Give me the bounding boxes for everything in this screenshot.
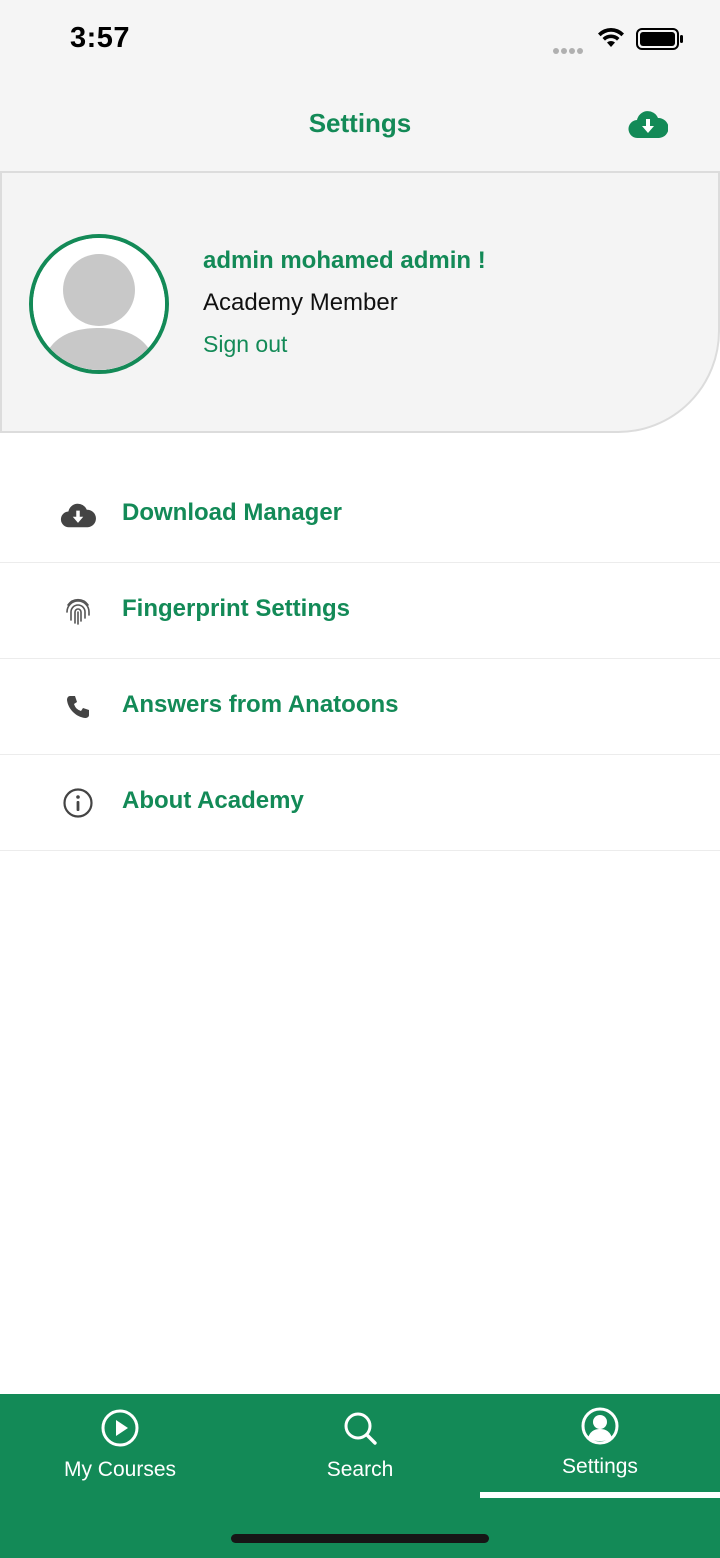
- menu-item-label: About Academy: [122, 787, 304, 814]
- menu-item-about-academy[interactable]: About Academy: [0, 755, 720, 851]
- menu-item-answers-from-anatoons[interactable]: Answers from Anatoons: [0, 659, 720, 755]
- tab-label: Search: [326, 1458, 394, 1481]
- tab-label: My Courses: [63, 1458, 177, 1481]
- avatar: [29, 234, 169, 374]
- user-circle-icon: [581, 1407, 619, 1445]
- tab-bar: My Courses Search Settings: [0, 1394, 720, 1558]
- profile-card: admin mohamed admin ! Academy Member Sig…: [0, 171, 720, 433]
- profile-name: admin mohamed admin !: [203, 247, 486, 274]
- wifi-icon: [598, 27, 624, 47]
- menu-item-download-manager[interactable]: Download Manager: [0, 467, 720, 563]
- user-placeholder-icon: [33, 238, 165, 370]
- page-title: Settings: [308, 108, 412, 138]
- tab-my-courses[interactable]: My Courses: [0, 1394, 240, 1500]
- menu-item-label: Fingerprint Settings: [122, 595, 350, 622]
- cloud-download-icon: [58, 497, 98, 533]
- tab-label: Settings: [562, 1455, 638, 1478]
- profile-role: Academy Member: [203, 289, 398, 316]
- info-icon: [58, 785, 98, 821]
- menu-item-label: Answers from Anatoons: [122, 691, 399, 718]
- settings-menu: Download Manager Fingerprint Settings An…: [0, 467, 720, 851]
- nav-header: Settings: [0, 80, 720, 172]
- tab-search[interactable]: Search: [240, 1394, 480, 1500]
- tab-active-indicator: [480, 1492, 720, 1498]
- status-bar: 3:57: [0, 0, 720, 80]
- tab-settings[interactable]: Settings: [480, 1394, 720, 1500]
- status-time: 3:57: [70, 22, 131, 54]
- menu-item-fingerprint-settings[interactable]: Fingerprint Settings: [0, 563, 720, 659]
- cloud-download-icon[interactable]: [628, 108, 668, 140]
- phone-icon: [58, 689, 98, 725]
- play-circle-icon: [101, 1409, 139, 1447]
- search-icon: [344, 1412, 377, 1445]
- fingerprint-icon: [58, 593, 98, 629]
- battery-icon: [636, 28, 683, 50]
- home-indicator: [231, 1534, 489, 1543]
- sign-out-link[interactable]: Sign out: [203, 331, 287, 358]
- menu-item-label: Download Manager: [122, 499, 343, 526]
- signal-icon: [553, 41, 589, 54]
